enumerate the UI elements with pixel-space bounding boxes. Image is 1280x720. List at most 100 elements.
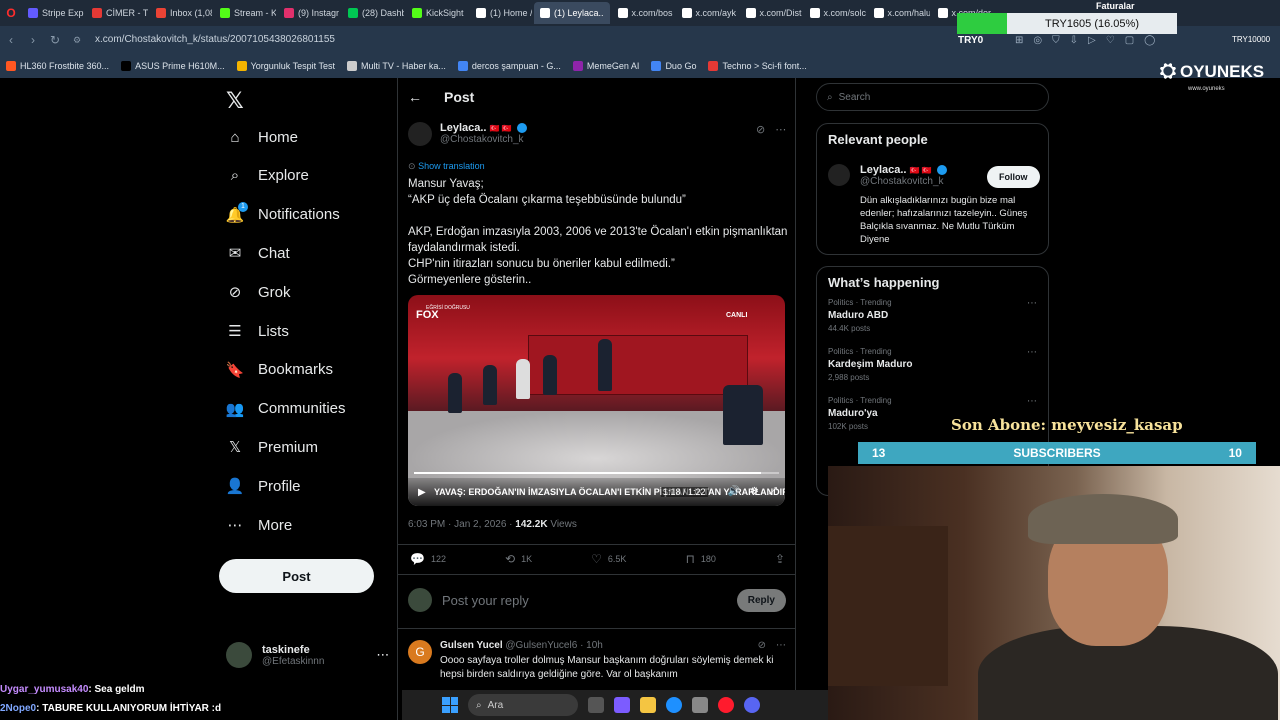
camera-icon[interactable]: ◎ [1033,35,1042,46]
browser-tab[interactable]: (1) Leylaca.. [534,2,610,24]
bookmark-item[interactable]: ASUS Prime H610M... [121,61,225,71]
browser-tab[interactable]: Stripe Expr [22,2,84,24]
browser-tab[interactable]: (9) Instagr [278,2,340,24]
bookmark-item[interactable]: Yorgunluk Tespit Test [236,61,335,71]
bookmark-action[interactable]: ⊓ 180 [685,552,715,566]
share-action[interactable]: ⇪ [775,552,785,566]
browser-tab[interactable]: Stream - Ki [214,2,276,24]
browser-tab[interactable]: x.com/halu [868,2,930,24]
reply-action[interactable]: 💬 122 [410,552,446,566]
edge-icon[interactable] [666,697,682,713]
bookmark-item[interactable]: dercos şampuan - G... [457,61,561,71]
opera-icon[interactable]: O [0,2,22,24]
app-icon[interactable] [692,697,708,713]
sidebar-item-communities[interactable]: 👥 Communities [226,400,346,418]
volume-icon[interactable]: 🔊 [728,486,740,497]
bookmark-item[interactable]: Multi TV - Haber ka... [347,61,446,71]
fullscreen-icon[interactable]: ⤢ [769,486,777,497]
grok-icon[interactable]: ⊘ [758,640,766,651]
copilot-icon[interactable] [614,697,630,713]
browser-tab[interactable]: x.com/Dist [740,2,802,24]
tab-label: x.com/ayk [695,8,737,18]
like-action[interactable]: ♡ 6.5K [591,552,626,566]
more-options-icon[interactable]: ⋯ [1027,347,1037,358]
cube-icon[interactable]: ▢ [1125,35,1134,46]
browser-tab[interactable]: Inbox (1,08 [150,2,212,24]
user-icon[interactable]: ◯ [1144,35,1155,46]
sidebar-item-notifications[interactable]: 🔔 1 Notifications [226,201,340,224]
tweet-video[interactable]: EĞRİSİ DOĞRUSU FOX CANLI ▶ YAVAŞ: ERDOĞA… [408,295,785,506]
search-input[interactable]: ⌕ Search [816,83,1049,111]
account-switcher[interactable]: taskinefe @Efetaskinnn ⋯ [226,642,389,668]
more-options-icon[interactable]: ⋯ [1027,298,1037,309]
sidebar-item-grok[interactable]: ⊘ Grok [226,283,291,302]
reply-author-name[interactable]: Gulsen Yucel [440,640,503,651]
more-options-icon[interactable]: ⋯ [775,123,786,136]
extension-icon[interactable]: ⊞ [1015,35,1023,46]
shield-icon[interactable]: ⛉ [1052,35,1060,46]
bookmark-item[interactable]: MemeGen AI [572,61,639,71]
back-arrow-icon[interactable]: ← [408,89,422,105]
download-icon[interactable]: ⇩ [1070,35,1078,46]
bookmark-item[interactable]: Techno > Sci-fi font... [708,61,807,71]
post-button[interactable]: Post [219,559,374,593]
verified-icon [936,165,947,176]
play-icon[interactable]: ▷ [1088,35,1096,46]
discord-icon[interactable] [744,697,760,713]
sidebar-item-profile[interactable]: 👤 Profile [226,477,301,496]
bookmark-item[interactable]: HL360 Frostbite 360... [6,61,109,71]
x-logo-icon[interactable]: 𝕏 [226,88,244,114]
reply-input[interactable]: Post your reply [442,593,727,608]
sidebar-item-premium[interactable]: 𝕏 Premium [226,438,318,457]
play-icon[interactable]: ▶ [418,487,426,498]
sidebar-item-explore[interactable]: ⌕ Explore [226,167,309,185]
url-field[interactable]: x.com/Chostakovitch_k/status/20071054380… [95,34,335,45]
reload-icon[interactable]: ↻ [44,29,66,51]
sidebar-item-lists[interactable]: ☰ Lists [226,322,289,341]
show-translation-link[interactable]: ⊙ Show translation [408,161,485,172]
grok-icon[interactable]: ⊘ [756,123,765,136]
follow-button[interactable]: Follow [987,166,1040,188]
subs-left-count: 13 [872,446,886,460]
settings-icon[interactable]: ⚙ [750,486,759,497]
browser-tab[interactable]: (28) Dashb [342,2,404,24]
more-icon[interactable]: ⋯ [376,647,389,663]
bookmark-favicon-icon [708,61,719,71]
repost-action[interactable]: ⟲ 1K [505,552,532,566]
trend-item[interactable]: Politics · Trending Maduro ABD 44.4K posts… [817,298,1048,333]
browser-tab[interactable]: CİMER - T.C [86,2,148,24]
more-options-icon[interactable]: ⋯ [776,640,786,651]
sidebar-item-chat[interactable]: ✉ Chat [226,244,290,263]
browser-tab[interactable]: KickSight [406,2,468,24]
site-info-icon[interactable]: ⚙ [66,29,88,51]
heart-icon[interactable]: ♡ [1106,35,1115,46]
tweet-time[interactable]: 6:03 PM · Jan 2, 2026 [408,519,506,530]
author-name[interactable]: Leylaca.. [440,122,486,134]
more-options-icon[interactable]: ⋯ [1027,396,1037,407]
sidebar-item-bookmarks[interactable]: 🔖 Bookmarks [226,361,333,379]
reply-button[interactable]: Reply [736,588,786,612]
taskbar-search[interactable]: ⌕ Ara [468,694,578,716]
tab-favicon-icon [348,8,358,18]
author-handle[interactable]: @Chostakovitch_k [440,134,527,145]
browser-tab[interactable]: x.com/bos [612,2,674,24]
video-progress[interactable] [414,472,779,474]
back-icon[interactable]: ‹ [0,29,22,51]
author-avatar[interactable] [408,122,432,146]
trend-item[interactable]: Politics · Trending Kardeşim Maduro 2,988 … [817,347,1048,382]
task-view-icon[interactable] [588,697,604,713]
opera-icon[interactable] [718,697,734,713]
browser-tab[interactable]: x.com/solc [804,2,866,24]
windows-start-icon[interactable] [442,697,458,713]
browser-tab[interactable]: (1) Home / [470,2,532,24]
forward-icon[interactable]: › [22,29,44,51]
person-avatar[interactable] [828,164,850,186]
bookmark-item[interactable]: Duo Go [651,61,696,71]
reply-tweet[interactable]: G Gulsen Yucel @GulsenYucel6 · 10h Oooo … [408,640,786,682]
reply-avatar[interactable]: G [408,640,432,664]
folder-icon[interactable] [640,697,656,713]
sidebar-item-home[interactable]: ⌂ Home [226,128,298,146]
sidebar-item-more[interactable]: ⋯ More [226,516,293,535]
person-name[interactable]: Leylaca.. [860,164,906,176]
browser-tab[interactable]: x.com/ayk [676,2,738,24]
